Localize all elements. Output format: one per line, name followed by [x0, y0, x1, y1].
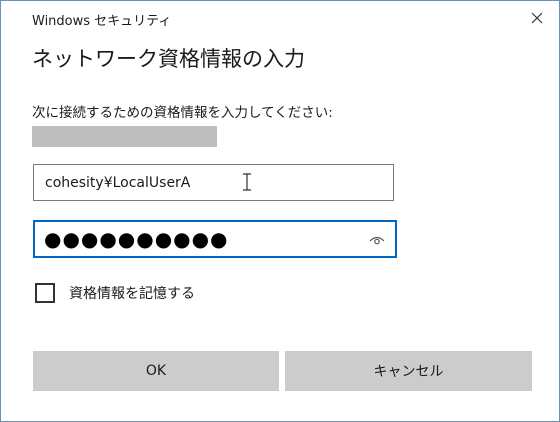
password-input[interactable]: ●●●●●●●●●● [33, 220, 397, 258]
text-cursor-icon [243, 173, 251, 191]
ok-button[interactable]: OK [33, 351, 279, 391]
close-button[interactable] [519, 3, 555, 33]
window-title: Windows セキュリティ [32, 14, 172, 29]
cancel-button[interactable]: キャンセル [285, 351, 532, 391]
remember-credentials-label: 資格情報を記憶する [69, 286, 195, 302]
dialog-prompt: 次に接続するための資格情報を入力してください: [32, 105, 333, 121]
username-input[interactable]: cohesity¥LocalUserA [33, 164, 394, 201]
eye-icon[interactable] [369, 234, 385, 246]
redacted-target-name [32, 126, 217, 147]
close-icon [531, 12, 543, 24]
password-masked-value: ●●●●●●●●●● [44, 227, 229, 251]
username-value: cohesity¥LocalUserA [45, 175, 191, 191]
dialog-heading: ネットワーク資格情報の入力 [32, 47, 305, 71]
remember-credentials-row[interactable]: 資格情報を記憶する [35, 280, 195, 306]
remember-credentials-checkbox[interactable] [35, 283, 55, 303]
credential-dialog: Windows セキュリティ ネットワーク資格情報の入力 次に接続するための資格… [0, 0, 560, 422]
